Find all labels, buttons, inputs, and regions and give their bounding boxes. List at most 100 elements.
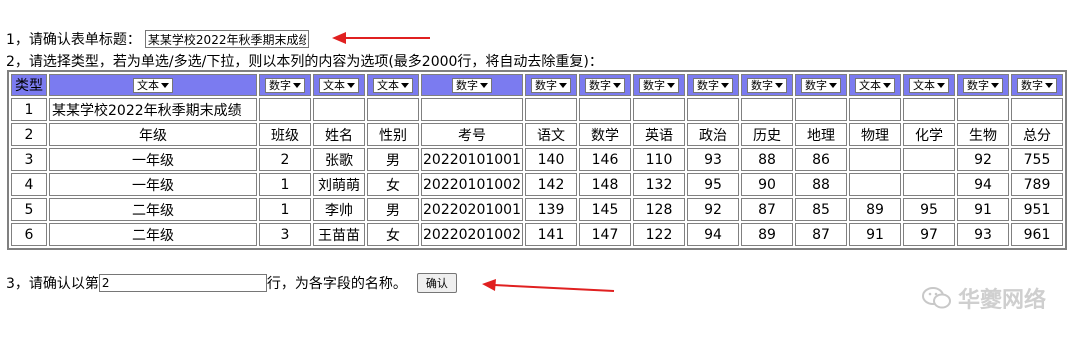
table-cell bbox=[849, 98, 901, 121]
table-cell bbox=[421, 98, 523, 121]
table-cell: 一年级 bbox=[49, 173, 257, 196]
table-cell: 20220201002 bbox=[421, 223, 523, 246]
type-select[interactable]: 文本 bbox=[133, 77, 173, 93]
type-instruction: 2，请选择类型，若为单选/多选/下拉，则以本列的内容为选项(最多2000行，将自… bbox=[6, 54, 603, 70]
table-cell: 地理 bbox=[795, 123, 847, 146]
type-cell: 数字 bbox=[421, 74, 523, 96]
type-cell: 文本 bbox=[49, 74, 257, 96]
type-select[interactable]: 数字 bbox=[963, 77, 1003, 93]
type-select[interactable]: 数字 bbox=[693, 77, 733, 93]
table-cell: 92 bbox=[957, 148, 1009, 171]
type-select[interactable]: 数字 bbox=[452, 77, 492, 93]
type-cell: 文本 bbox=[903, 74, 955, 96]
watermark-text: 华夔网络 bbox=[957, 288, 1046, 313]
confirm-button[interactable]: 确认 bbox=[416, 273, 457, 293]
table-cell bbox=[849, 173, 901, 196]
table-cell: 951 bbox=[1011, 198, 1063, 221]
type-cell: 数字 bbox=[259, 74, 311, 96]
table-cell: 二年级 bbox=[49, 223, 257, 246]
table-cell: 生物 bbox=[957, 123, 1009, 146]
table-cell: 总分 bbox=[1011, 123, 1063, 146]
table-cell: 男 bbox=[367, 198, 419, 221]
type-cell: 数字 bbox=[1011, 74, 1063, 96]
row-number: 6 bbox=[11, 223, 47, 246]
data-grid: 类型 文本 数字 文本 文本 数字 数字 数字 数字 数字 数字 数字 文本 文… bbox=[7, 70, 1067, 250]
table-cell: 789 bbox=[1011, 173, 1063, 196]
table-cell bbox=[903, 173, 955, 196]
table-cell: 二年级 bbox=[49, 198, 257, 221]
table-cell: 139 bbox=[525, 198, 577, 221]
row-number: 4 bbox=[11, 173, 47, 196]
table-cell: 1 bbox=[259, 198, 311, 221]
type-select[interactable]: 数字 bbox=[531, 77, 571, 93]
table-cell: 89 bbox=[849, 198, 901, 221]
table-cell: 年级 bbox=[49, 123, 257, 146]
table-cell: 148 bbox=[579, 173, 631, 196]
table-cell: 20220201001 bbox=[421, 198, 523, 221]
chevron-down-icon bbox=[613, 82, 621, 88]
table-cell: 87 bbox=[741, 198, 793, 221]
type-cell: 文本 bbox=[849, 74, 901, 96]
type-select[interactable]: 数字 bbox=[585, 77, 625, 93]
header-row-input[interactable] bbox=[98, 274, 267, 292]
type-select[interactable]: 数字 bbox=[265, 77, 305, 93]
type-cell: 数字 bbox=[525, 74, 577, 96]
chevron-down-icon bbox=[883, 82, 891, 88]
table-cell: 88 bbox=[741, 148, 793, 171]
table-cell: 89 bbox=[741, 223, 793, 246]
type-cell: 数字 bbox=[687, 74, 739, 96]
chevron-down-icon bbox=[347, 82, 355, 88]
table-cell bbox=[525, 98, 577, 121]
type-select[interactable]: 数字 bbox=[1017, 77, 1057, 93]
type-select[interactable]: 数字 bbox=[639, 77, 679, 93]
table-cell: 85 bbox=[795, 198, 847, 221]
table-cell: 122 bbox=[633, 223, 685, 246]
arrow-icon bbox=[482, 279, 615, 292]
table-cell: 132 bbox=[633, 173, 685, 196]
table-cell: 146 bbox=[579, 148, 631, 171]
table-cell bbox=[903, 98, 955, 121]
type-cell: 文本 bbox=[367, 74, 419, 96]
table-cell: 性别 bbox=[367, 123, 419, 146]
table-cell: 91 bbox=[957, 198, 1009, 221]
type-select[interactable]: 数字 bbox=[801, 77, 841, 93]
table-cell: 张歌 bbox=[313, 148, 365, 171]
form-title-input[interactable] bbox=[144, 30, 309, 48]
table-cell bbox=[633, 98, 685, 121]
chevron-down-icon bbox=[937, 82, 945, 88]
type-cell: 数字 bbox=[633, 74, 685, 96]
type-select[interactable]: 文本 bbox=[855, 77, 895, 93]
header-row-prefix: 3，请确认以第 bbox=[6, 276, 99, 292]
type-cell: 数字 bbox=[579, 74, 631, 96]
type-select[interactable]: 文本 bbox=[909, 77, 949, 93]
title-confirm-row: 1，请确认表单标题： bbox=[6, 29, 309, 49]
arrow-icon bbox=[332, 32, 430, 44]
table-cell: 语文 bbox=[525, 123, 577, 146]
table-row: 6 二年级 3 王苗苗 女 20220201002 141 147 122 94… bbox=[11, 223, 1063, 246]
table-cell: 政治 bbox=[687, 123, 739, 146]
table-cell: 755 bbox=[1011, 148, 1063, 171]
header-row-confirm-row: 3，请确认以第 行，为各字段的名称。 确认 bbox=[6, 273, 457, 293]
type-select[interactable]: 文本 bbox=[373, 77, 413, 93]
table-cell: 英语 bbox=[633, 123, 685, 146]
type-select[interactable]: 文本 bbox=[319, 77, 359, 93]
row-number: 1 bbox=[11, 98, 47, 121]
table-cell: 87 bbox=[795, 223, 847, 246]
chevron-down-icon bbox=[293, 82, 301, 88]
type-select[interactable]: 数字 bbox=[747, 77, 787, 93]
table-cell: 97 bbox=[903, 223, 955, 246]
table-cell: 考号 bbox=[421, 123, 523, 146]
table-cell: 姓名 bbox=[313, 123, 365, 146]
table-cell: 110 bbox=[633, 148, 685, 171]
table-cell: 女 bbox=[367, 173, 419, 196]
table-row: 5 二年级 1 李帅 男 20220201001 139 145 128 92 … bbox=[11, 198, 1063, 221]
type-cell: 数字 bbox=[741, 74, 793, 96]
table-cell: 1 bbox=[259, 173, 311, 196]
table-cell: 3 bbox=[259, 223, 311, 246]
table-cell: 92 bbox=[687, 198, 739, 221]
table-cell: 88 bbox=[795, 173, 847, 196]
type-cell: 数字 bbox=[957, 74, 1009, 96]
chevron-down-icon bbox=[991, 82, 999, 88]
type-corner-label: 类型 bbox=[11, 74, 47, 96]
table-cell: 91 bbox=[849, 223, 901, 246]
